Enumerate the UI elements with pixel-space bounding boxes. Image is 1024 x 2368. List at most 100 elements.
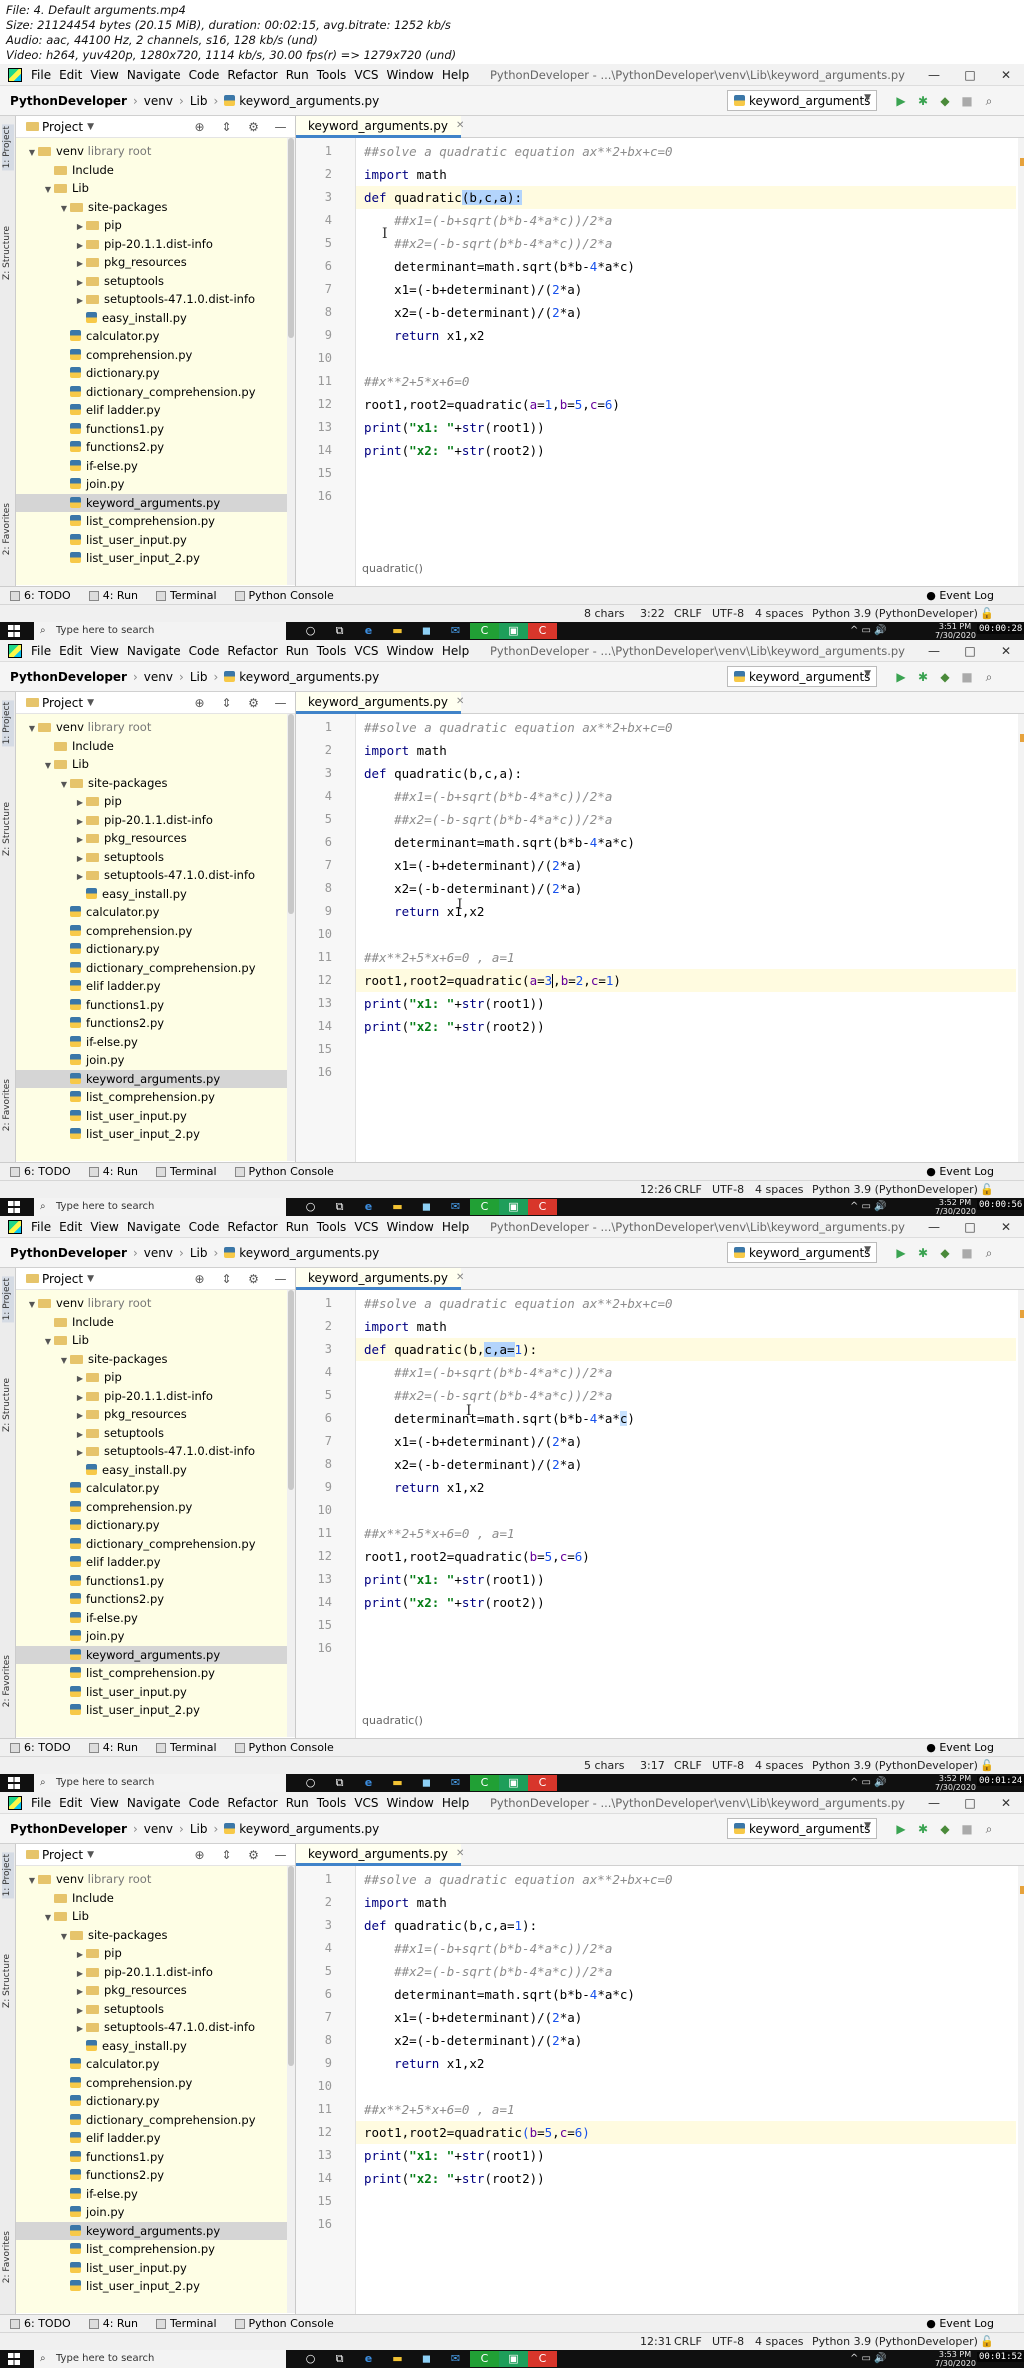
code-line[interactable]: ##x1=(-b+sqrt(b*b-4*a*c))/2*a — [356, 785, 1016, 808]
tree-item[interactable]: ▼ Lib — [16, 755, 295, 774]
tree-item[interactable]: ▶ pip — [16, 1368, 295, 1387]
tree-item[interactable]: ▶ setuptools — [16, 272, 295, 291]
code-line[interactable]: ##solve a quadratic equation ax**2+bx+c=… — [356, 1868, 1016, 1891]
tree-item[interactable]: keyword_arguments.py — [16, 1069, 295, 1088]
menu-item[interactable]: View — [86, 644, 122, 658]
tree-item[interactable]: Include — [16, 1889, 295, 1908]
tree-item[interactable]: elif ladder.py — [16, 977, 295, 996]
code-line[interactable]: return x1,x2 — [356, 1476, 1016, 1499]
status-interpreter[interactable]: Python 3.9 (PythonDeveloper) — [812, 2335, 978, 2348]
status-caret-position[interactable]: 3:17 — [640, 1759, 665, 1772]
code-line[interactable]: return x1,x2 — [356, 2052, 1016, 2075]
tree-item[interactable]: keyword_arguments.py — [16, 1645, 295, 1664]
tree-item[interactable]: list_comprehension.py — [16, 2240, 295, 2259]
status-interpreter[interactable]: Python 3.9 (PythonDeveloper) — [812, 607, 978, 620]
event-log-button[interactable]: ● Event Log — [926, 1163, 994, 1181]
tree-item[interactable]: list_user_input.py — [16, 531, 295, 550]
stop-icon[interactable]: ■ — [956, 668, 978, 686]
project-tool-tab[interactable]: 1: Project — [2, 124, 14, 171]
close-icon[interactable]: ✕ — [988, 640, 1024, 662]
close-icon[interactable]: ✕ — [456, 1272, 464, 1283]
editor-scrollbar[interactable] — [1018, 1290, 1024, 1738]
code-line[interactable]: import math — [356, 739, 1016, 762]
code-line[interactable] — [356, 485, 1016, 508]
tree-item[interactable]: dictionary_comprehension.py — [16, 959, 295, 978]
menu-item[interactable]: Window — [383, 644, 438, 658]
tree-scrollbar[interactable] — [287, 714, 295, 1161]
menu-item[interactable]: Edit — [55, 644, 86, 658]
file-explorer-icon[interactable]: ▬ — [383, 1775, 412, 1791]
code-line[interactable]: print("x1: "+str(root1)) — [356, 416, 1016, 439]
app-green-icon[interactable]: C — [470, 1199, 499, 1215]
edge-icon[interactable]: e — [354, 1199, 383, 1215]
debug-icon[interactable]: ✱ — [912, 668, 934, 686]
status-caret-position[interactable]: 12:26 — [640, 1183, 672, 1196]
windows-start-icon[interactable] — [8, 2353, 20, 2365]
minimize-icon[interactable]: — — [916, 1216, 952, 1238]
tree-scrollbar[interactable] — [287, 1866, 295, 2313]
menu-item[interactable]: View — [86, 68, 122, 82]
code-line[interactable] — [356, 462, 1016, 485]
run-config-select[interactable]: keyword_arguments ▼ — [727, 1242, 877, 1263]
lock-icon[interactable]: 🔓 — [980, 1183, 994, 1196]
code-line[interactable]: x2=(-b-determinant)/(2*a) — [356, 1453, 1016, 1476]
search-everywhere-icon[interactable]: ⌕ — [978, 1820, 1000, 1838]
nav-file[interactable]: keyword_arguments.py — [224, 1822, 379, 1836]
editor-tab[interactable]: keyword_arguments.py ✕ — [296, 1268, 464, 1290]
status-line-separator[interactable]: CRLF — [674, 2335, 702, 2348]
code-line[interactable] — [356, 1637, 1016, 1660]
tree-item[interactable]: list_user_input.py — [16, 1683, 295, 1702]
tree-item[interactable]: functions2.py — [16, 2166, 295, 2185]
code-line[interactable]: def quadratic(b,c,a): — [356, 186, 1016, 209]
bottom-tool-tab[interactable]: Python Console — [234, 1741, 334, 1754]
bottom-tool-tab[interactable]: 6: TODO — [10, 1741, 71, 1754]
code-line[interactable]: def quadratic(b,c,a): — [356, 762, 1016, 785]
menu-item[interactable]: Help — [438, 1796, 473, 1810]
code-line[interactable]: ##x**2+5*x+6=0 — [356, 370, 1016, 393]
code-line[interactable]: ##x2=(-b-sqrt(b*b-4*a*c))/2*a — [356, 808, 1016, 831]
chevron-down-icon[interactable]: ▼ — [87, 698, 94, 708]
system-tray[interactable]: ^ ▭ 🔊 — [850, 1201, 887, 1212]
menu-item[interactable]: Code — [185, 644, 224, 658]
menu-item[interactable]: Refactor — [223, 1796, 281, 1810]
status-line-separator[interactable]: CRLF — [674, 1759, 702, 1772]
tree-scrollbar[interactable] — [287, 1290, 295, 1737]
tree-item[interactable]: ▶ pip — [16, 216, 295, 235]
collapse-all-icon[interactable]: ⇕ — [213, 1272, 240, 1286]
tree-item[interactable]: list_comprehension.py — [16, 512, 295, 531]
code-area[interactable]: ##solve a quadratic equation ax**2+bx+c=… — [356, 138, 1016, 586]
file-explorer-icon[interactable]: ▬ — [383, 623, 412, 639]
code-line[interactable]: ##solve a quadratic equation ax**2+bx+c=… — [356, 1292, 1016, 1315]
minimize-icon[interactable]: — — [916, 64, 952, 86]
menu-item[interactable]: File — [27, 68, 55, 82]
system-tray[interactable]: ^ ▭ 🔊 — [850, 625, 887, 636]
run-icon[interactable]: ▶ — [890, 1244, 912, 1262]
menu-item[interactable]: Navigate — [123, 1220, 185, 1234]
status-encoding[interactable]: UTF-8 — [712, 2335, 744, 2348]
pycharm-taskbar-icon[interactable]: ▣ — [499, 2351, 528, 2367]
code-line[interactable]: x2=(-b-determinant)/(2*a) — [356, 301, 1016, 324]
tree-item[interactable]: ▶ setuptools-47.1.0.dist-info — [16, 1442, 295, 1461]
code-line[interactable]: def quadratic(b,c,a=1): — [356, 1914, 1016, 1937]
code-line[interactable]: print("x2: "+str(root2)) — [356, 439, 1016, 462]
tree-item[interactable]: functions2.py — [16, 1590, 295, 1609]
mail-icon[interactable]: ✉ — [441, 623, 470, 639]
edge-icon[interactable]: e — [354, 623, 383, 639]
project-tool-tab[interactable]: 1: Project — [2, 1852, 14, 1899]
menu-item[interactable]: Help — [438, 1220, 473, 1234]
code-line[interactable]: root1,root2=quadratic(a=3,b=2,c=1) — [356, 969, 1016, 992]
code-area[interactable]: ##solve a quadratic equation ax**2+bx+c=… — [356, 1866, 1016, 2314]
code-line[interactable]: root1,root2=quadratic(b=5,c=6) — [356, 2121, 1016, 2144]
menu-item[interactable]: Tools — [313, 644, 351, 658]
bottom-tool-tab[interactable]: 6: TODO — [10, 2317, 71, 2330]
gear-icon[interactable]: ⚙ — [240, 696, 267, 710]
editor-scrollbar[interactable] — [1018, 714, 1024, 1162]
editor-tab[interactable]: keyword_arguments.py ✕ — [296, 692, 464, 714]
code-line[interactable]: ##solve a quadratic equation ax**2+bx+c=… — [356, 140, 1016, 163]
windows-start-icon[interactable] — [8, 1201, 20, 1213]
project-tool-tab[interactable]: 1: Project — [2, 700, 14, 747]
status-indent[interactable]: 4 spaces — [755, 2335, 804, 2348]
debug-icon[interactable]: ✱ — [912, 92, 934, 110]
tree-item[interactable]: elif ladder.py — [16, 401, 295, 420]
collapse-all-icon[interactable]: ⇕ — [213, 1848, 240, 1862]
